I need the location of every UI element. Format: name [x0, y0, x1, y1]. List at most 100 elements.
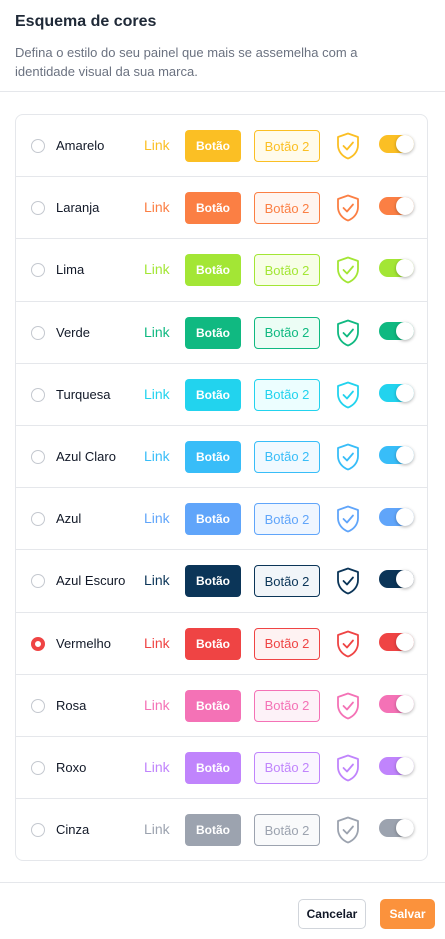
toggle-knob: [396, 259, 414, 278]
scheme-name: Verde: [56, 324, 90, 340]
preview-solid-button: Botão: [185, 627, 241, 660]
shield-check-icon: [336, 319, 360, 347]
scheme-radio[interactable]: [31, 263, 45, 278]
scheme-name: Cinza: [56, 822, 90, 838]
scheme-radio[interactable]: [31, 760, 45, 775]
preview-link: Link: [144, 199, 170, 216]
toggle-knob: [396, 632, 414, 651]
preview-outline-button: Botão 2: [254, 378, 320, 411]
preview-outline-button: Botão 2: [254, 440, 320, 473]
preview-outline-button: Botão 2: [254, 254, 320, 287]
preview-toggle: [379, 445, 414, 464]
shield-check-icon: [336, 630, 360, 658]
color-scheme-row[interactable]: Azul Claro Link Botão Botão 2: [16, 426, 427, 489]
shield-check-icon: [336, 443, 360, 471]
scheme-radio[interactable]: [31, 139, 45, 153]
preview-link: Link: [144, 323, 170, 340]
shield-check-icon: [336, 256, 360, 284]
shield-check-icon: [336, 567, 360, 595]
scheme-name: Turquesa: [56, 386, 111, 402]
dialog-header: Esquema de cores Defina o estilo do seu …: [0, 0, 445, 92]
preview-toggle: [379, 694, 414, 713]
color-scheme-row[interactable]: Cinza Link Botão Botão 2: [16, 799, 427, 860]
preview-toggle: [379, 756, 414, 775]
preview-solid-button: Botão: [185, 565, 241, 598]
scheme-name: Azul: [56, 511, 82, 527]
toggle-knob: [396, 321, 414, 340]
scheme-radio[interactable]: [31, 449, 45, 464]
scheme-radio[interactable]: [31, 823, 45, 838]
toggle-knob: [396, 508, 414, 527]
preview-solid-button: Botão: [185, 254, 241, 287]
scheme-name: Azul Claro: [56, 448, 116, 464]
preview-outline-button: Botão 2: [254, 689, 320, 722]
preview-toggle: [379, 632, 414, 651]
color-scheme-row[interactable]: Azul Escuro Link Botão Botão 2: [16, 550, 427, 613]
shield-check-icon: [336, 816, 360, 844]
shield-check-icon: [336, 754, 360, 782]
scheme-radio[interactable]: [31, 387, 45, 402]
scheme-radio[interactable]: [31, 636, 45, 651]
preview-link: Link: [144, 572, 170, 589]
scheme-radio[interactable]: [31, 512, 45, 527]
preview-toggle: [379, 321, 414, 340]
scheme-name: Rosa: [56, 697, 87, 713]
toggle-knob: [396, 197, 414, 216]
cancel-button[interactable]: Cancelar: [298, 899, 366, 929]
preview-solid-button: Botão: [185, 689, 241, 722]
preview-solid-button: Botão: [185, 814, 241, 847]
scheme-name: Amarelo: [56, 138, 105, 153]
preview-outline-button: Botão 2: [254, 627, 320, 660]
scheme-name: Vermelho: [56, 635, 111, 651]
color-scheme-row[interactable]: Vermelho Link Botão Botão 2: [16, 613, 427, 675]
color-scheme-row[interactable]: Rosa Link Botão Botão 2: [16, 675, 427, 737]
preview-outline-button: Botão 2: [254, 130, 320, 162]
toggle-knob: [396, 819, 414, 838]
color-scheme-row[interactable]: Amarelo Link Botão Botão 2: [16, 115, 427, 178]
shield-check-icon: [336, 194, 360, 222]
toggle-knob: [396, 383, 414, 402]
scheme-radio[interactable]: [31, 201, 45, 216]
preview-outline-button: Botão 2: [254, 565, 320, 598]
shield-check-icon: [336, 692, 360, 720]
preview-toggle: [379, 197, 414, 216]
preview-link: Link: [144, 758, 170, 775]
color-scheme-row[interactable]: Turquesa Link Botão Botão 2: [16, 364, 427, 426]
preview-solid-button: Botão: [185, 503, 241, 536]
preview-outline-button: Botão 2: [254, 503, 320, 536]
preview-link: Link: [144, 510, 170, 527]
preview-toggle: [379, 819, 414, 838]
preview-outline-button: Botão 2: [254, 751, 320, 784]
preview-solid-button: Botão: [185, 440, 241, 473]
toggle-knob: [396, 135, 414, 153]
shield-check-icon: [336, 132, 360, 160]
toggle-knob: [396, 570, 414, 589]
preview-outline-button: Botão 2: [254, 316, 320, 349]
scheme-radio[interactable]: [31, 325, 45, 340]
color-scheme-row[interactable]: Roxo Link Botão Botão 2: [16, 737, 427, 800]
save-button[interactable]: Salvar: [380, 899, 435, 929]
preview-outline-button: Botão 2: [254, 814, 320, 847]
color-scheme-row[interactable]: Lima Link Botão Botão 2: [16, 239, 427, 302]
color-scheme-row[interactable]: Azul Link Botão Botão 2: [16, 488, 427, 551]
color-scheme-row[interactable]: Verde Link Botão Botão 2: [16, 302, 427, 364]
scheme-radio[interactable]: [31, 574, 45, 589]
preview-toggle: [379, 508, 414, 527]
preview-solid-button: Botão: [185, 751, 241, 784]
preview-link: Link: [144, 634, 170, 651]
scheme-name: Laranja: [56, 200, 100, 216]
preview-link: Link: [144, 385, 170, 402]
preview-toggle: [379, 135, 414, 153]
color-scheme-row[interactable]: Laranja Link Botão Botão 2: [16, 177, 427, 240]
scheme-radio[interactable]: [31, 698, 45, 713]
preview-solid-button: Botão: [185, 130, 241, 162]
preview-toggle: [379, 383, 414, 402]
toggle-knob: [396, 694, 414, 713]
scheme-name: Azul Escuro: [56, 573, 126, 589]
preview-toggle: [379, 259, 414, 278]
scheme-name: Roxo: [56, 759, 87, 775]
preview-toggle: [379, 570, 414, 589]
preview-solid-button: Botão: [185, 378, 241, 411]
shield-check-icon: [336, 381, 360, 409]
preview-link: Link: [144, 137, 170, 153]
